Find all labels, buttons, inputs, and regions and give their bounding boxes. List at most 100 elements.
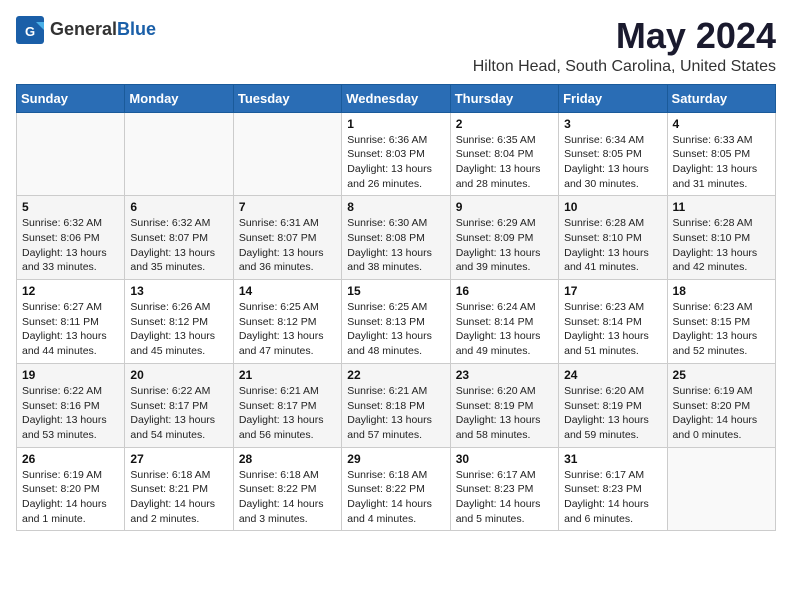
weekday-header: Thursday (450, 84, 558, 112)
day-content: Sunrise: 6:24 AMSunset: 8:14 PMDaylight:… (456, 300, 553, 359)
day-number: 2 (456, 117, 553, 131)
day-content: Sunrise: 6:18 AMSunset: 8:22 PMDaylight:… (239, 468, 336, 527)
day-content: Sunrise: 6:25 AMSunset: 8:12 PMDaylight:… (239, 300, 336, 359)
day-content: Sunrise: 6:19 AMSunset: 8:20 PMDaylight:… (22, 468, 119, 527)
day-content: Sunrise: 6:22 AMSunset: 8:17 PMDaylight:… (130, 384, 227, 443)
day-number: 26 (22, 452, 119, 466)
day-content: Sunrise: 6:18 AMSunset: 8:21 PMDaylight:… (130, 468, 227, 527)
calendar-cell: 27 Sunrise: 6:18 AMSunset: 8:21 PMDayligh… (125, 447, 233, 531)
day-content: Sunrise: 6:32 AMSunset: 8:06 PMDaylight:… (22, 216, 119, 275)
day-number: 22 (347, 368, 444, 382)
day-number: 5 (22, 200, 119, 214)
day-number: 7 (239, 200, 336, 214)
logo-text: GeneralBlue (50, 20, 156, 40)
calendar-cell: 31 Sunrise: 6:17 AMSunset: 8:23 PMDayligh… (559, 447, 667, 531)
calendar-cell (667, 447, 775, 531)
day-number: 18 (673, 284, 770, 298)
day-content: Sunrise: 6:28 AMSunset: 8:10 PMDaylight:… (564, 216, 661, 275)
day-content: Sunrise: 6:30 AMSunset: 8:08 PMDaylight:… (347, 216, 444, 275)
calendar-cell: 3Sunrise: 6:34 AMSunset: 8:05 PMDaylight… (559, 112, 667, 196)
day-number: 8 (347, 200, 444, 214)
day-content: Sunrise: 6:35 AMSunset: 8:04 PMDaylight:… (456, 133, 553, 192)
day-number: 15 (347, 284, 444, 298)
day-content: Sunrise: 6:29 AMSunset: 8:09 PMDaylight:… (456, 216, 553, 275)
day-number: 3 (564, 117, 661, 131)
day-number: 6 (130, 200, 227, 214)
svg-text:G: G (25, 24, 35, 39)
calendar-cell: 14Sunrise: 6:25 AMSunset: 8:12 PMDayligh… (233, 280, 341, 364)
calendar-cell: 2 Sunrise: 6:35 AMSunset: 8:04 PMDaylight… (450, 112, 558, 196)
calendar-cell: 11 Sunrise: 6:28 AMSunset: 8:10 PMDayligh… (667, 196, 775, 280)
calendar-cell: 13Sunrise: 6:26 AMSunset: 8:12 PMDayligh… (125, 280, 233, 364)
logo-general: General (50, 19, 117, 39)
calendar-cell: 29 Sunrise: 6:18 AMSunset: 8:22 PMDayligh… (342, 447, 450, 531)
day-number: 21 (239, 368, 336, 382)
day-content: Sunrise: 6:32 AMSunset: 8:07 PMDaylight:… (130, 216, 227, 275)
day-content: Sunrise: 6:21 AMSunset: 8:18 PMDaylight:… (347, 384, 444, 443)
calendar-cell: 1Sunrise: 6:36 AMSunset: 8:03 PMDaylight… (342, 112, 450, 196)
weekday-header: Wednesday (342, 84, 450, 112)
calendar-cell: 20 Sunrise: 6:22 AMSunset: 8:17 PMDayligh… (125, 363, 233, 447)
day-content: Sunrise: 6:25 AMSunset: 8:13 PMDaylight:… (347, 300, 444, 359)
day-number: 23 (456, 368, 553, 382)
calendar-week-row: 26 Sunrise: 6:19 AMSunset: 8:20 PMDayligh… (17, 447, 776, 531)
page-header: G GeneralBlue May 2024 Hilton Head, Sout… (16, 16, 776, 76)
calendar-title: May 2024 (473, 16, 776, 56)
day-number: 25 (673, 368, 770, 382)
calendar-table: SundayMondayTuesdayWednesdayThursdayFrid… (16, 84, 776, 532)
calendar-cell: 30 Sunrise: 6:17 AMSunset: 8:23 PMDayligh… (450, 447, 558, 531)
weekday-header: Sunday (17, 84, 125, 112)
calendar-cell: 8 Sunrise: 6:30 AMSunset: 8:08 PMDaylight… (342, 196, 450, 280)
logo-blue: Blue (117, 19, 156, 39)
calendar-cell: 6 Sunrise: 6:32 AMSunset: 8:07 PMDaylight… (125, 196, 233, 280)
day-number: 19 (22, 368, 119, 382)
calendar-cell: 28Sunrise: 6:18 AMSunset: 8:22 PMDayligh… (233, 447, 341, 531)
calendar-cell (125, 112, 233, 196)
calendar-cell: 19Sunrise: 6:22 AMSunset: 8:16 PMDayligh… (17, 363, 125, 447)
calendar-week-row: 5 Sunrise: 6:32 AMSunset: 8:06 PMDaylight… (17, 196, 776, 280)
day-content: Sunrise: 6:18 AMSunset: 8:22 PMDaylight:… (347, 468, 444, 527)
calendar-cell (233, 112, 341, 196)
day-number: 30 (456, 452, 553, 466)
day-number: 20 (130, 368, 227, 382)
day-number: 24 (564, 368, 661, 382)
calendar-cell: 23 Sunrise: 6:20 AMSunset: 8:19 PMDayligh… (450, 363, 558, 447)
calendar-cell: 24Sunrise: 6:20 AMSunset: 8:19 PMDayligh… (559, 363, 667, 447)
logo-icon: G (16, 16, 44, 44)
calendar-cell: 16 Sunrise: 6:24 AMSunset: 8:14 PMDayligh… (450, 280, 558, 364)
day-number: 27 (130, 452, 227, 466)
day-number: 9 (456, 200, 553, 214)
calendar-cell: 22 Sunrise: 6:21 AMSunset: 8:18 PMDayligh… (342, 363, 450, 447)
day-number: 12 (22, 284, 119, 298)
calendar-cell: 7 Sunrise: 6:31 AMSunset: 8:07 PMDaylight… (233, 196, 341, 280)
weekday-header: Saturday (667, 84, 775, 112)
calendar-cell: 26 Sunrise: 6:19 AMSunset: 8:20 PMDayligh… (17, 447, 125, 531)
day-content: Sunrise: 6:26 AMSunset: 8:12 PMDaylight:… (130, 300, 227, 359)
day-content: Sunrise: 6:31 AMSunset: 8:07 PMDaylight:… (239, 216, 336, 275)
day-content: Sunrise: 6:21 AMSunset: 8:17 PMDaylight:… (239, 384, 336, 443)
calendar-week-row: 1Sunrise: 6:36 AMSunset: 8:03 PMDaylight… (17, 112, 776, 196)
weekday-header-row: SundayMondayTuesdayWednesdayThursdayFrid… (17, 84, 776, 112)
day-number: 10 (564, 200, 661, 214)
day-content: Sunrise: 6:33 AMSunset: 8:05 PMDaylight:… (673, 133, 770, 192)
day-number: 17 (564, 284, 661, 298)
calendar-cell: 15 Sunrise: 6:25 AMSunset: 8:13 PMDayligh… (342, 280, 450, 364)
weekday-header: Monday (125, 84, 233, 112)
day-number: 16 (456, 284, 553, 298)
calendar-cell: 17Sunrise: 6:23 AMSunset: 8:14 PMDayligh… (559, 280, 667, 364)
day-content: Sunrise: 6:28 AMSunset: 8:10 PMDaylight:… (673, 216, 770, 275)
weekday-header: Friday (559, 84, 667, 112)
day-content: Sunrise: 6:20 AMSunset: 8:19 PMDaylight:… (456, 384, 553, 443)
day-content: Sunrise: 6:17 AMSunset: 8:23 PMDaylight:… (564, 468, 661, 527)
day-number: 11 (673, 200, 770, 214)
calendar-cell: 9 Sunrise: 6:29 AMSunset: 8:09 PMDaylight… (450, 196, 558, 280)
day-number: 31 (564, 452, 661, 466)
calendar-week-row: 19Sunrise: 6:22 AMSunset: 8:16 PMDayligh… (17, 363, 776, 447)
day-number: 4 (673, 117, 770, 131)
day-content: Sunrise: 6:17 AMSunset: 8:23 PMDaylight:… (456, 468, 553, 527)
calendar-cell: 4 Sunrise: 6:33 AMSunset: 8:05 PMDaylight… (667, 112, 775, 196)
calendar-subtitle: Hilton Head, South Carolina, United Stat… (473, 58, 776, 76)
calendar-cell: 18 Sunrise: 6:23 AMSunset: 8:15 PMDayligh… (667, 280, 775, 364)
day-content: Sunrise: 6:23 AMSunset: 8:15 PMDaylight:… (673, 300, 770, 359)
day-number: 29 (347, 452, 444, 466)
